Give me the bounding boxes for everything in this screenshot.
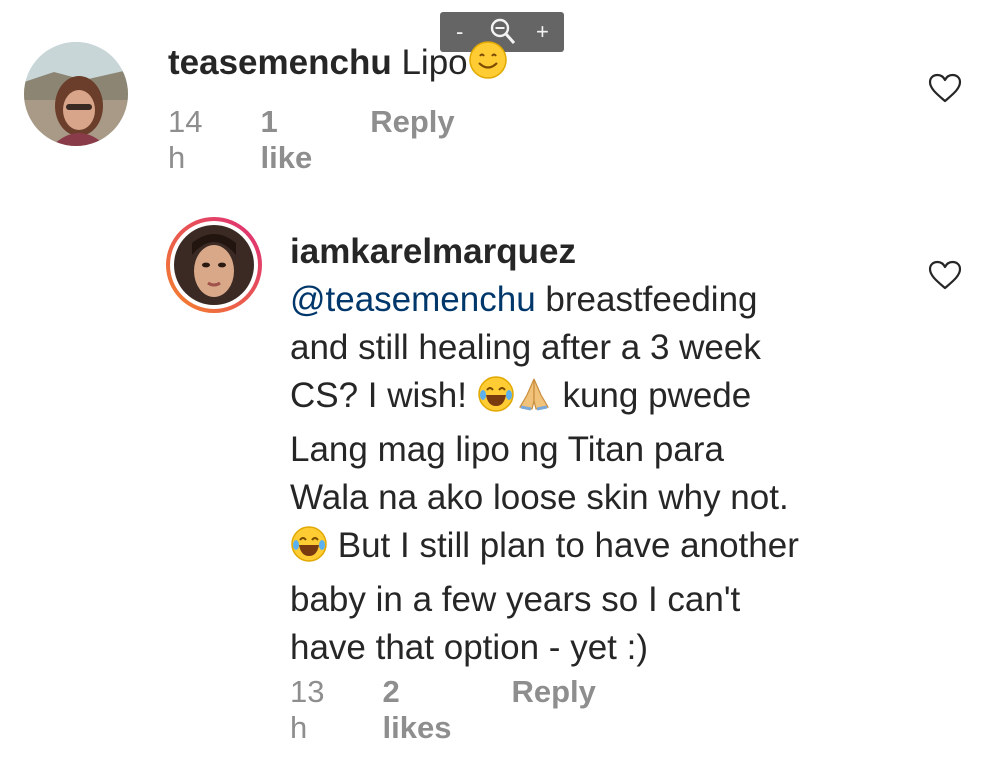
likes-count[interactable]: 1 like: [260, 104, 312, 176]
likes-count[interactable]: 2 likes: [382, 674, 451, 746]
reply-button[interactable]: Reply: [370, 104, 454, 140]
reply-button[interactable]: Reply: [511, 674, 595, 710]
zoom-in-button[interactable]: +: [536, 12, 549, 52]
comment-text-line2: and still healing after a 3 week: [290, 328, 761, 367]
username[interactable]: iamkarelmarquez: [290, 228, 799, 276]
mention-link[interactable]: @teasemenchu: [290, 280, 536, 319]
avatar[interactable]: [166, 217, 262, 313]
heart-icon[interactable]: [928, 260, 962, 290]
comment-text-line4: Lang mag lipo ng Titan para: [290, 430, 724, 469]
praying-hands-emoji: [515, 375, 553, 426]
heart-icon[interactable]: [928, 73, 962, 103]
comment-text-line3a: CS? I wish!: [290, 376, 467, 415]
comment-body: teasemenchu Lipo: [168, 40, 508, 92]
comment-text: Lipo: [401, 43, 468, 82]
comment-text-line1: breastfeeding: [535, 280, 758, 319]
comment-meta: 13 h 2 likes Reply: [290, 674, 596, 746]
timestamp: 14 h: [168, 104, 203, 175]
comment-meta: 14 h 1 like Reply: [168, 104, 455, 176]
avatar[interactable]: [24, 42, 128, 146]
timestamp: 13 h: [290, 674, 325, 745]
comment-text-line8: have that option - yet :): [290, 628, 648, 667]
comment-text-line3b: kung pwede: [562, 376, 752, 415]
laughing-tears-emoji: [290, 525, 328, 576]
username[interactable]: teasemenchu: [168, 43, 392, 82]
comment-text-line6: But I still plan to have another: [337, 526, 799, 565]
comment-text-line7: baby in a few years so I can't: [290, 580, 741, 619]
laughing-tears-emoji: [477, 375, 515, 426]
smiling-face-emoji: [468, 40, 508, 92]
comment-text-line5: Wala na ako loose skin why not.: [290, 478, 789, 517]
comment-body: iamkarelmarquez @teasemenchu breastfeedi…: [290, 228, 799, 672]
